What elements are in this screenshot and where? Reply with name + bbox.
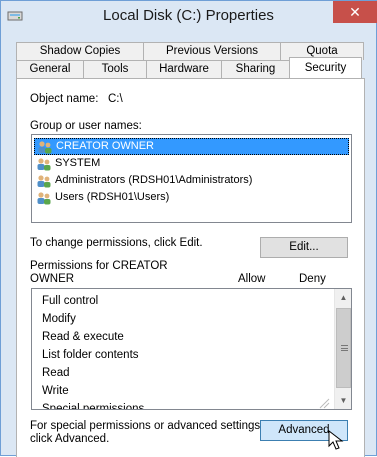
list-item[interactable]: Users (RDSH01\Users) [34,189,349,206]
tab-hardware[interactable]: Hardware [146,60,222,78]
close-button[interactable]: ✕ [333,1,377,23]
user-name: Users (RDSH01\Users) [55,191,170,203]
permissions-for-label-line2: OWNER [30,273,75,285]
scroll-thumb[interactable] [336,308,351,388]
user-name: Administrators (RDSH01\Administrators) [55,174,253,186]
tab-general[interactable]: General [16,60,84,78]
mouse-pointer-icon [328,429,344,450]
users-group-icon [37,157,51,170]
group-or-user-names-label: Group or user names: [30,120,142,132]
permission-row: Read [42,367,70,379]
allow-column-header: Allow [238,273,266,285]
list-item[interactable]: SYSTEM [34,155,349,172]
permission-row: List folder contents [42,349,139,361]
permissions-scrollbar[interactable]: ▲ ▼ [334,289,351,409]
title-bar[interactable]: Local Disk (C:) Properties ✕ [1,1,377,33]
user-list[interactable]: CREATOR OWNER SYSTEM Administrators (RDS… [31,134,352,223]
list-item[interactable]: Administrators (RDSH01\Administrators) [34,172,349,189]
deny-column-header: Deny [299,273,326,285]
tab-shadow-copies[interactable]: Shadow Copies [16,42,144,60]
user-name: CREATOR OWNER [56,140,154,152]
tab-row-front: General Tools Hardware Sharing Security [16,57,362,78]
object-name-label: Object name: [30,93,99,105]
properties-window: Local Disk (C:) Properties ✕ Shadow Copi… [0,0,377,457]
change-permissions-text: To change permissions, click Edit. [30,237,203,249]
tab-previous-versions[interactable]: Previous Versions [143,42,281,60]
permission-row: Full control [42,295,99,307]
users-group-icon [37,174,51,187]
permission-row: Special permissions [42,403,145,410]
permissions-for-label: Permissions for CREATOR [30,260,168,272]
user-name: SYSTEM [55,157,101,169]
scroll-down-arrow-icon[interactable]: ▼ [335,392,351,409]
list-item[interactable]: CREATOR OWNER [34,138,349,155]
scroll-up-arrow-icon[interactable]: ▲ [335,289,351,306]
object-name-value: C:\ [108,93,123,105]
resize-grip-icon [319,398,330,409]
special-permissions-text-line2: click Advanced. [30,433,110,445]
users-group-icon [37,191,51,204]
permission-row: Write [42,385,69,397]
tab-sharing[interactable]: Sharing [221,60,290,78]
window-title: Local Disk (C:) Properties [103,7,274,24]
permission-row: Read & execute [42,331,124,343]
special-permissions-text: For special permissions or advanced sett… [30,420,264,432]
users-group-icon [38,140,52,153]
edit-button[interactable]: Edit... [260,237,348,258]
tab-tools[interactable]: Tools [83,60,147,78]
tab-security[interactable]: Security [289,57,362,78]
grip-icon [341,345,348,351]
permissions-list[interactable]: Full control Modify Read & execute List … [31,288,352,410]
permission-row: Modify [42,313,76,325]
